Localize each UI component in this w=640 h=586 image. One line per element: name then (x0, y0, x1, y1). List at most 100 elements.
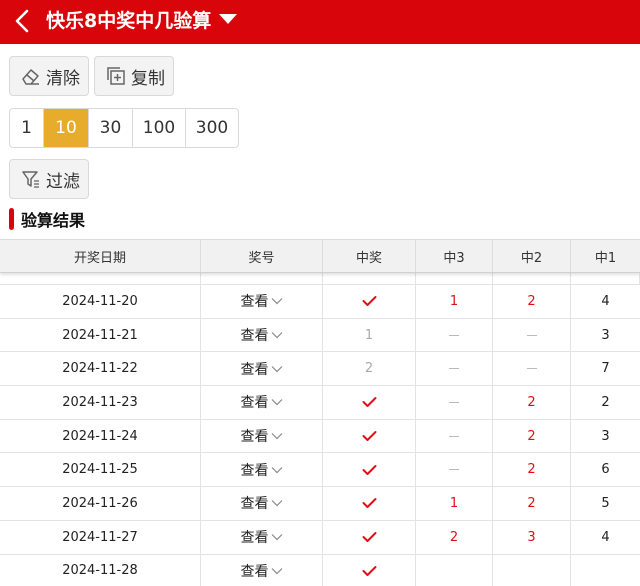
chevron-down-icon (271, 298, 282, 305)
table-row: 2024-11-28 查看 (0, 554, 640, 586)
checkmark-icon (362, 532, 376, 543)
dash-icon (449, 334, 459, 336)
checkmark-icon (362, 397, 376, 408)
cell-match2: 2 (493, 386, 571, 420)
checkmark-icon (362, 464, 376, 475)
cell-match1: 6 (571, 453, 640, 488)
cell-date: 2024-11-27 (0, 520, 201, 555)
cell-numbers: 查看 (201, 487, 323, 521)
column-header-date: 开奖日期 (0, 240, 201, 272)
chevron-down-icon (271, 332, 282, 339)
cell-date: 2024-11-20 (0, 285, 201, 319)
checkmark-icon (362, 498, 376, 509)
chevron-down-icon (271, 534, 282, 541)
cell-match1 (571, 555, 640, 586)
cell-date: 2024-11-25 (0, 453, 201, 488)
cell-date: 2024-11-23 (0, 386, 201, 420)
view-numbers-toggle[interactable]: 查看 (241, 527, 283, 547)
copy-icon (107, 67, 125, 85)
chevron-down-icon (271, 567, 282, 575)
table-gap-row (0, 273, 640, 285)
column-header-numbers: 奖号 (201, 240, 323, 272)
table-row: 2024-11-27 查看 2 3 4 (0, 520, 640, 555)
cell-match1: 4 (571, 285, 640, 319)
view-numbers-toggle[interactable]: 查看 (241, 291, 283, 311)
period-option-10[interactable]: 10 (44, 109, 89, 147)
view-numbers-toggle[interactable]: 查看 (241, 493, 283, 513)
copy-button-label: 复制 (131, 68, 165, 89)
dash-icon (526, 368, 537, 370)
dash-icon (449, 469, 459, 471)
clear-button[interactable]: 清除 (9, 56, 89, 96)
checkmark-icon (362, 565, 376, 576)
view-numbers-label: 查看 (240, 530, 269, 547)
period-option-1[interactable]: 1 (10, 109, 44, 147)
table-header: 开奖日期 奖号 中奖 中3 中2 中1 (0, 239, 640, 273)
view-numbers-toggle[interactable]: 查看 (241, 359, 283, 379)
cell-match3 (416, 386, 493, 420)
view-numbers-toggle[interactable]: 查看 (241, 392, 283, 412)
view-numbers-label: 查看 (240, 395, 269, 412)
checkmark-icon (362, 431, 376, 442)
cell-match2: 2 (493, 285, 571, 319)
caret-down-icon (219, 14, 238, 24)
cell-numbers: 查看 (201, 386, 323, 420)
section-accent-bar (9, 208, 14, 230)
period-option-30[interactable]: 30 (89, 109, 133, 147)
dash-icon (449, 401, 459, 403)
cell-match3 (416, 318, 493, 353)
cell-win (323, 453, 416, 488)
chevron-down-icon (271, 466, 282, 474)
column-header-match2: 中2 (493, 240, 571, 272)
view-numbers-label: 查看 (240, 563, 269, 580)
view-numbers-label: 查看 (240, 294, 269, 311)
cell-numbers: 查看 (201, 352, 323, 387)
column-header-win: 中奖 (323, 240, 416, 272)
view-numbers-toggle[interactable]: 查看 (241, 426, 283, 446)
cell-match1: 3 (571, 420, 640, 454)
cell-win (323, 285, 416, 319)
cell-win (323, 520, 416, 555)
period-option-100[interactable]: 100 (133, 109, 186, 147)
cell-match3 (416, 554, 493, 586)
table-row: 2024-11-24 查看 2 3 (0, 419, 640, 454)
view-numbers-toggle[interactable]: 查看 (241, 325, 283, 345)
cell-date: 2024-11-22 (0, 352, 201, 387)
title-dropdown[interactable]: 快乐8中奖中几验算 (46, 0, 238, 38)
table-row: 2024-11-23 查看 2 2 (0, 386, 640, 420)
filter-button[interactable]: 过滤 (9, 159, 89, 199)
app-header: 快乐8中奖中几验算 (0, 0, 640, 44)
dash-icon (526, 334, 537, 336)
copy-button[interactable]: 复制 (94, 56, 174, 96)
cell-match1: 4 (571, 521, 640, 555)
cell-numbers: 查看 (201, 318, 323, 353)
chevron-down-icon (271, 500, 282, 507)
cell-match2 (493, 352, 571, 387)
results-table: 开奖日期 奖号 中奖 中3 中2 中1 2024-11-20 查看 1 2 4 2024-… (0, 239, 640, 586)
cell-match3: 1 (416, 285, 493, 319)
cell-match1: 5 (571, 487, 640, 521)
period-option-300[interactable]: 300 (186, 109, 238, 147)
cell-date: 2024-11-21 (0, 318, 201, 353)
column-header-match3: 中3 (416, 240, 493, 272)
cell-match1: 3 (571, 319, 640, 353)
cell-match3 (416, 419, 493, 454)
chevron-down-icon (271, 365, 282, 373)
view-numbers-label: 查看 (240, 361, 269, 378)
dash-icon (449, 435, 459, 437)
view-numbers-toggle[interactable]: 查看 (241, 460, 283, 480)
table-row: 2024-11-22 查看 2 7 (0, 352, 640, 387)
section-title: 验算结果 (21, 211, 86, 230)
chevron-down-icon (271, 433, 282, 440)
cell-match2 (493, 318, 571, 353)
view-numbers-toggle[interactable]: 查看 (241, 561, 283, 581)
table-row: 2024-11-21 查看 1 3 (0, 318, 640, 353)
cell-numbers: 查看 (201, 419, 323, 454)
cell-date: 2024-11-28 (0, 554, 201, 586)
cell-match1: 7 (571, 352, 640, 387)
view-numbers-label: 查看 (240, 462, 269, 479)
cell-win (323, 487, 416, 521)
column-header-match1: 中1 (594, 250, 617, 266)
chevron-left-icon[interactable] (12, 8, 32, 34)
checkmark-icon (362, 296, 376, 307)
